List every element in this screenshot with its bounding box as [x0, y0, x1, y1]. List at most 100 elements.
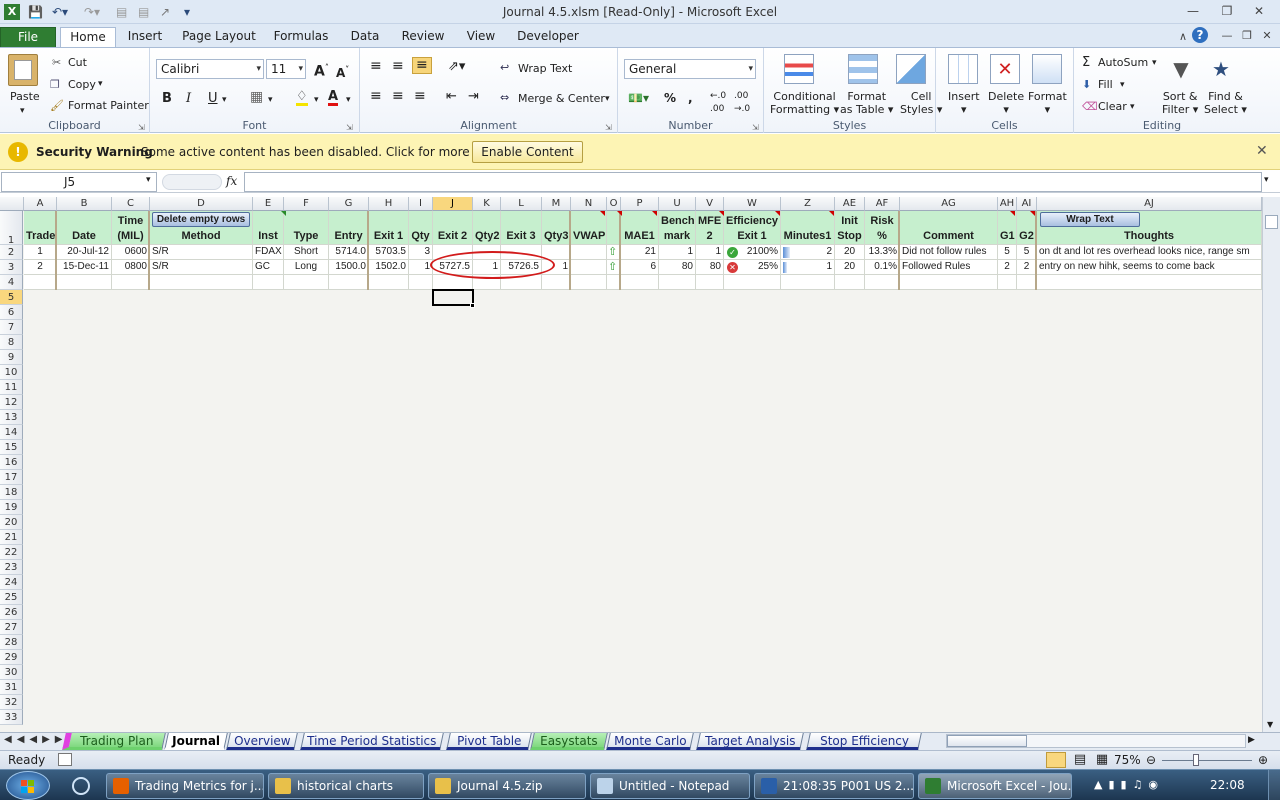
cell-i3[interactable]: 1 — [409, 260, 433, 275]
empty-cell[interactable] — [112, 665, 150, 680]
empty-cell[interactable] — [112, 440, 150, 455]
cell-f2[interactable]: Short — [284, 245, 329, 260]
conditional-formatting-button[interactable]: Conditional Formatting ▾ — [770, 90, 839, 116]
empty-cell[interactable] — [835, 380, 865, 395]
empty-cell[interactable] — [998, 440, 1017, 455]
empty-cell[interactable] — [284, 560, 329, 575]
align-top-icon[interactable]: ≡ — [370, 59, 382, 73]
empty-cell[interactable] — [57, 665, 112, 680]
empty-cell[interactable] — [329, 305, 369, 320]
empty-cell[interactable] — [369, 410, 409, 425]
name-box[interactable]: J5 — [1, 172, 157, 192]
minimize-icon[interactable]: — — [1180, 2, 1206, 20]
row-header-2[interactable]: 2 — [0, 245, 23, 260]
empty-cell[interactable] — [621, 545, 659, 560]
empty-cell[interactable] — [659, 290, 696, 305]
empty-cell[interactable] — [900, 545, 998, 560]
tab-formulas[interactable]: Formulas — [270, 27, 332, 48]
empty-cell[interactable] — [865, 710, 900, 725]
empty-cell[interactable] — [329, 710, 369, 725]
empty-cell[interactable] — [696, 635, 724, 650]
empty-cell[interactable] — [607, 350, 621, 365]
empty-cell[interactable] — [607, 680, 621, 695]
zoom-in-icon[interactable]: ⊕ — [1258, 753, 1268, 767]
empty-cell[interactable] — [900, 395, 998, 410]
empty-cell[interactable] — [57, 560, 112, 575]
empty-cell[interactable] — [1017, 695, 1037, 710]
empty-cell[interactable] — [696, 320, 724, 335]
empty-cell[interactable] — [835, 470, 865, 485]
empty-cell[interactable] — [409, 320, 433, 335]
empty-cell[interactable] — [284, 425, 329, 440]
empty-cell[interactable] — [621, 530, 659, 545]
empty-cell[interactable] — [112, 590, 150, 605]
column-header-v[interactable]: V — [696, 197, 724, 211]
taskbar-item-2[interactable]: historical charts — [268, 773, 424, 799]
empty-cell[interactable] — [998, 380, 1017, 395]
empty-cell[interactable] — [112, 515, 150, 530]
empty-cell[interactable] — [150, 440, 253, 455]
empty-cell[interactable] — [696, 440, 724, 455]
empty-cell[interactable] — [473, 695, 501, 710]
empty-cell[interactable] — [607, 530, 621, 545]
empty-cell[interactable] — [24, 455, 57, 470]
formula-input[interactable] — [244, 172, 1262, 192]
empty-cell[interactable] — [571, 665, 607, 680]
horizontal-scrollbar[interactable] — [946, 734, 1246, 748]
cell-u2[interactable]: 1 — [659, 245, 696, 260]
row-header-17[interactable]: 17 — [0, 470, 23, 485]
font-color-icon[interactable]: A — [328, 90, 339, 106]
decrease-indent-icon[interactable]: ⇤ — [446, 90, 457, 103]
empty-cell[interactable] — [433, 665, 473, 680]
empty-cell[interactable] — [24, 290, 57, 305]
empty-cell[interactable] — [501, 515, 542, 530]
empty-cell[interactable] — [501, 290, 542, 305]
empty-cell[interactable] — [433, 605, 473, 620]
empty-cell[interactable] — [409, 635, 433, 650]
empty-cell[interactable] — [150, 515, 253, 530]
empty-cell[interactable] — [659, 575, 696, 590]
empty-cell[interactable] — [696, 425, 724, 440]
empty-cell[interactable] — [659, 560, 696, 575]
empty-cell[interactable] — [781, 515, 835, 530]
empty-cell[interactable] — [781, 635, 835, 650]
empty-cell[interactable] — [57, 680, 112, 695]
empty-cell[interactable] — [781, 680, 835, 695]
column-header-m[interactable]: M — [542, 197, 571, 211]
column-header-ag[interactable]: AG — [900, 197, 998, 211]
wrap-text-button[interactable]: Wrap Text — [518, 62, 572, 75]
empty-cell[interactable] — [150, 350, 253, 365]
empty-cell[interactable] — [1017, 305, 1037, 320]
empty-cell[interactable] — [253, 395, 284, 410]
empty-cell[interactable] — [781, 335, 835, 350]
empty-cell[interactable] — [112, 545, 150, 560]
empty-cell[interactable] — [284, 380, 329, 395]
empty-cell[interactable] — [724, 605, 781, 620]
empty-cell[interactable] — [253, 635, 284, 650]
empty-cell[interactable] — [501, 695, 542, 710]
empty-cell[interactable] — [501, 395, 542, 410]
empty-cell[interactable] — [473, 305, 501, 320]
row-header-4[interactable]: 4 — [0, 275, 23, 290]
empty-cell[interactable] — [253, 560, 284, 575]
empty-cell[interactable] — [621, 620, 659, 635]
empty-cell[interactable] — [607, 590, 621, 605]
empty-cell[interactable] — [369, 530, 409, 545]
copy-button[interactable]: Copy — [68, 78, 96, 91]
empty-cell[interactable] — [329, 530, 369, 545]
sheet-tab-journal[interactable]: Journal — [164, 733, 228, 750]
cell-h3[interactable]: 1502.0 — [369, 260, 409, 275]
empty-cell[interactable] — [659, 605, 696, 620]
empty-cell[interactable] — [835, 455, 865, 470]
empty-cell[interactable] — [433, 635, 473, 650]
empty-cell[interactable] — [835, 590, 865, 605]
empty-cell[interactable] — [724, 485, 781, 500]
empty-cell[interactable] — [501, 305, 542, 320]
empty-cell[interactable] — [571, 560, 607, 575]
merge-center-button[interactable]: Merge & Center — [518, 92, 605, 105]
empty-cell[interactable] — [501, 605, 542, 620]
scroll-right-icon[interactable]: ▶ — [1248, 735, 1255, 745]
empty-cell[interactable] — [542, 710, 571, 725]
empty-cell[interactable] — [112, 710, 150, 725]
empty-cell[interactable] — [329, 455, 369, 470]
